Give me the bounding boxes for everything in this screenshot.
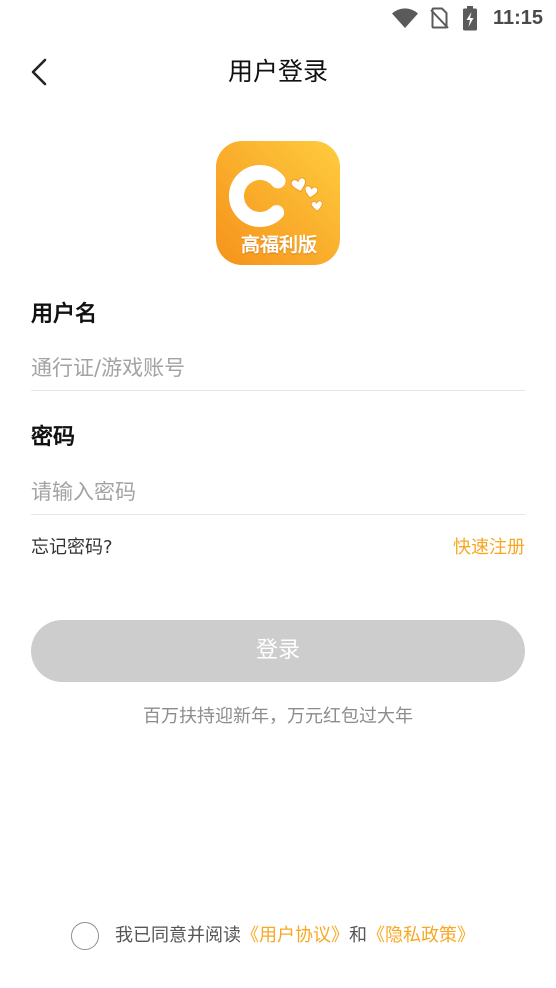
battery-charging-icon [463,6,477,31]
logo-c-shape [229,165,286,227]
agreement-text: 我已同意并阅读《用户协议》和《隐私政策》 [115,924,475,948]
user-agreement-link[interactable]: 《用户协议》 [241,925,349,946]
privacy-policy-link[interactable]: 《隐私政策》 [367,925,475,946]
promo-text: 百万扶持迎新年，万元红包过大年 [143,706,413,727]
forgot-password-link[interactable]: 忘记密码? [31,536,113,560]
wifi-icon [392,8,418,28]
agree-checkbox[interactable] [71,922,99,950]
quick-register-link[interactable]: 快速注册 [453,536,525,560]
username-label: 用户名 [31,302,98,327]
password-field [31,469,525,515]
password-label: 密码 [31,425,76,450]
login-button[interactable]: 登录 [31,620,525,682]
page-title: 用户登录 [227,57,328,86]
username-field [31,345,525,391]
no-sim-icon [430,7,449,29]
status-time: 11:15 [492,7,543,29]
password-input[interactable] [31,469,525,514]
status-bar: 11:15 [0,0,556,36]
back-button[interactable] [28,54,54,90]
agreement-prefix: 我已同意并阅读 [115,925,241,946]
logo-badge-text: 高福利版 [240,234,317,256]
heart-icon [310,200,323,212]
app-logo: 高福利版 [216,141,340,265]
agreement-conjunction: 和 [349,925,367,946]
heart-icon [304,185,319,199]
username-input[interactable] [31,345,525,390]
chevron-left-icon [31,58,47,86]
